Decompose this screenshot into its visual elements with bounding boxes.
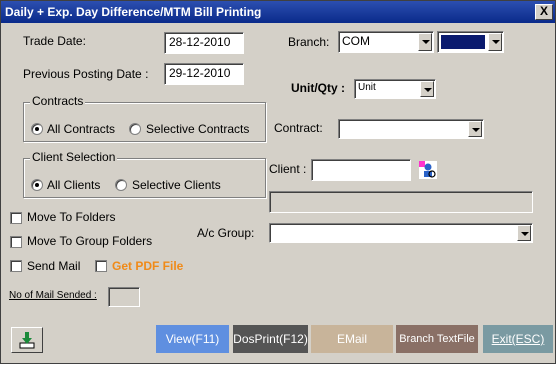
bill-printing-window: Daily + Exp. Day Difference/MTM Bill Pri…: [0, 0, 556, 364]
radio-selective-clients[interactable]: [115, 179, 127, 191]
client-label: Client :: [269, 162, 307, 176]
previous-posting-date-field[interactable]: 29-12-2010: [164, 63, 244, 85]
view-button[interactable]: View(F11): [156, 325, 229, 353]
email-button[interactable]: EMail: [311, 325, 393, 353]
selective-contracts-label[interactable]: Selective Contracts: [146, 122, 249, 136]
person-search-icon-svg: [419, 161, 437, 179]
move-to-group-folders-label[interactable]: Move To Group Folders: [27, 234, 152, 248]
mail-count-label: No of Mail Sended :: [9, 290, 97, 301]
download-button[interactable]: [11, 327, 43, 353]
ac-group-select[interactable]: [269, 223, 533, 243]
get-pdf-file-label[interactable]: Get PDF File: [112, 259, 183, 273]
chevron-down-icon[interactable]: [420, 81, 434, 97]
client-name-display: [269, 191, 533, 213]
branch-select-value: COM: [342, 34, 370, 48]
chevron-down-icon[interactable]: [488, 33, 502, 51]
radio-all-contracts[interactable]: [31, 123, 43, 135]
send-mail-checkbox[interactable]: [10, 260, 22, 272]
branch-textfile-button[interactable]: Branch TextFile: [396, 325, 478, 353]
unit-qty-value: Unit: [358, 82, 376, 93]
ac-group-label: A/c Group:: [197, 226, 255, 240]
move-to-group-folders-checkbox[interactable]: [10, 236, 22, 248]
chevron-down-icon[interactable]: [418, 33, 432, 51]
unit-qty-label: Unit/Qty :: [291, 81, 345, 95]
send-mail-label[interactable]: Send Mail: [27, 259, 80, 273]
chevron-down-icon[interactable]: [517, 225, 531, 241]
radio-selective-contracts[interactable]: [129, 123, 141, 135]
all-contracts-label[interactable]: All Contracts: [47, 122, 115, 136]
branch-color-select[interactable]: [437, 31, 504, 53]
download-icon: [19, 332, 35, 349]
previous-posting-date-label: Previous Posting Date :: [23, 67, 149, 81]
close-button[interactable]: X: [535, 4, 553, 20]
exit-button[interactable]: Exit(ESC): [483, 325, 553, 353]
unit-qty-select[interactable]: Unit: [354, 79, 436, 99]
client-field[interactable]: [311, 159, 411, 181]
client-selection-group-title: Client Selection: [30, 150, 118, 164]
contracts-group-title: Contracts: [30, 94, 86, 108]
trade-date-field[interactable]: 28-12-2010: [164, 32, 244, 54]
title-bar: Daily + Exp. Day Difference/MTM Bill Pri…: [1, 1, 555, 23]
get-pdf-file-checkbox[interactable]: [95, 260, 107, 272]
chevron-down-icon[interactable]: [468, 121, 482, 137]
all-clients-label[interactable]: All Clients: [47, 178, 100, 192]
move-to-folders-checkbox[interactable]: [10, 212, 22, 224]
mail-count-field: [108, 287, 140, 307]
selective-clients-label[interactable]: Selective Clients: [132, 178, 221, 192]
move-to-folders-label[interactable]: Move To Folders: [27, 210, 115, 224]
dosprint-button[interactable]: DosPrint(F12): [233, 325, 308, 353]
trade-date-label: Trade Date:: [23, 34, 86, 48]
radio-all-clients[interactable]: [31, 179, 43, 191]
contract-select[interactable]: [338, 119, 484, 139]
window-title: Daily + Exp. Day Difference/MTM Bill Pri…: [5, 5, 262, 19]
branch-select[interactable]: COM: [338, 31, 434, 53]
contract-label: Contract:: [274, 121, 323, 135]
person-search-icon[interactable]: [419, 161, 437, 179]
branch-label: Branch:: [288, 35, 330, 49]
color-swatch: [441, 35, 485, 49]
